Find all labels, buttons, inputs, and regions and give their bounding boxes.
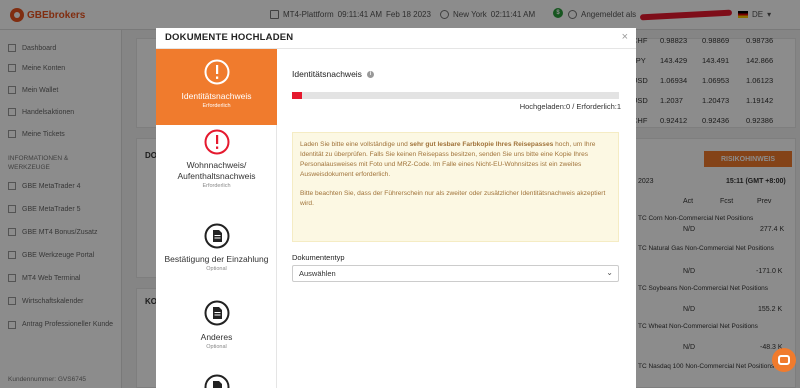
step-identity[interactable]: Identitätsnachweis Erforderlich xyxy=(156,49,277,125)
instructions-note: Bitte beachten Sie, dass der Führerschei… xyxy=(300,190,606,207)
step-status: Optional xyxy=(206,344,227,350)
step-other[interactable]: Anderes Optional xyxy=(156,300,277,362)
document-icon xyxy=(204,223,229,249)
upload-panel: Identitätsnachweis i Hochgeladen:0 / Erf… xyxy=(277,49,636,388)
step-title: Anderes xyxy=(200,332,233,342)
upload-progress-bar xyxy=(292,92,619,99)
step-deposit-confirmation[interactable]: Bestätigung der Einzahlung Optional xyxy=(156,223,277,289)
document-type-value: Auswählen xyxy=(299,269,336,278)
info-icon[interactable]: i xyxy=(366,70,374,78)
step-status: Erforderlich xyxy=(202,103,231,109)
section-title-text: Identitätsnachweis xyxy=(292,69,362,79)
instructions-paragraph: Laden Sie bitte eine vollständige und se… xyxy=(300,140,611,180)
step-residence[interactable]: Wohnnachweis/ Aufenthaltsnachweis Erford… xyxy=(156,129,277,211)
upload-progress-fill xyxy=(292,92,302,99)
step-status: Optional xyxy=(206,266,227,272)
modal-header: DOKUMENTE HOCHLADEN × xyxy=(156,28,636,49)
upload-documents-modal: DOKUMENTE HOCHLADEN × Identitätsnachweis… xyxy=(156,28,636,388)
document-type-select[interactable]: Auswählen ⌄ xyxy=(292,265,619,282)
document-icon xyxy=(204,300,229,326)
instructions-text: Laden Sie bitte eine vollständige und xyxy=(300,141,410,148)
step-title: Wohnnachweis/ Aufenthaltsnachweis xyxy=(177,160,256,181)
document-steps: Identitätsnachweis Erforderlich Wohnnach… xyxy=(156,49,277,388)
step-status: Erforderlich xyxy=(202,183,231,189)
step-title: Identitätsnachweis xyxy=(181,91,252,101)
upload-progress-text: Hochgeladen:0 / Erforderlich:1 xyxy=(519,102,621,111)
alert-icon xyxy=(204,59,229,85)
step-more[interactable] xyxy=(156,374,277,388)
document-type-label: Dokumententyp xyxy=(292,253,345,262)
chat-button[interactable] xyxy=(772,348,796,372)
close-icon[interactable]: × xyxy=(622,31,628,43)
alert-icon xyxy=(204,129,229,155)
chevron-down-icon: ⌄ xyxy=(606,268,613,277)
step-title: Bestätigung der Einzahlung xyxy=(164,254,269,264)
chat-icon xyxy=(778,355,790,365)
instructions-emphasis: sehr gut lesbare Farbkopie Ihres Reisepa… xyxy=(409,141,554,148)
section-title: Identitätsnachweis i xyxy=(292,69,374,79)
document-icon xyxy=(204,374,229,388)
modal-title: DOKUMENTE HOCHLADEN xyxy=(165,32,294,43)
upload-instructions: Laden Sie bitte eine vollständige und se… xyxy=(292,132,619,242)
